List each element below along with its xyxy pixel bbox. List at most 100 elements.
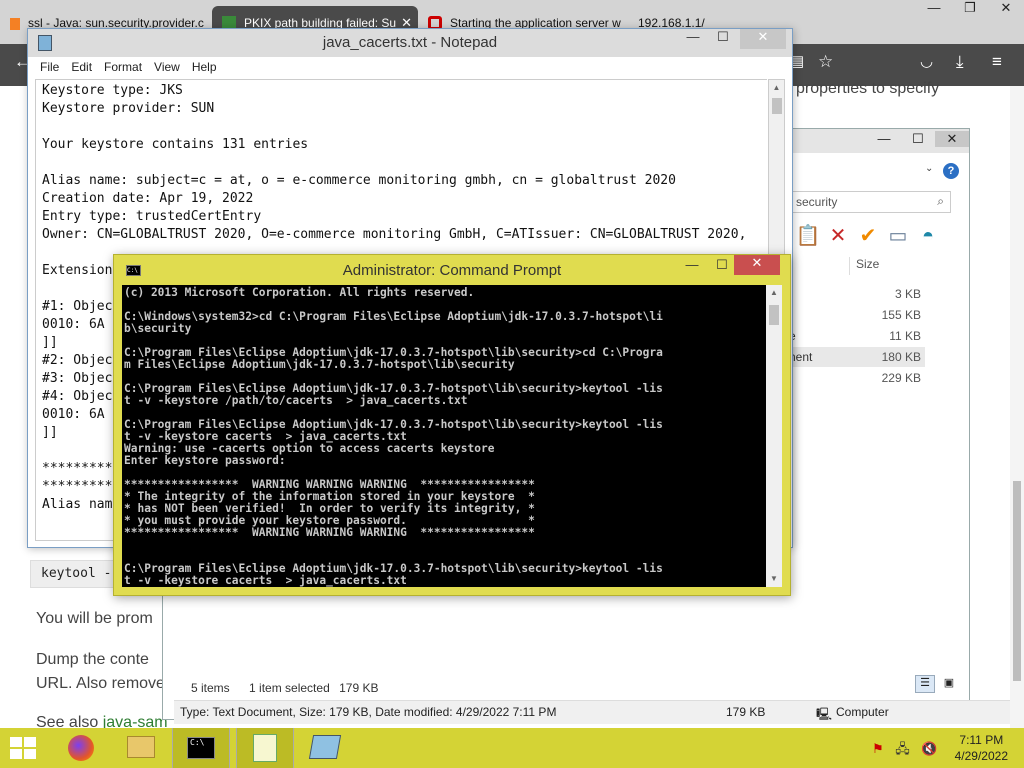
console-line: ***************** WARNING WARNING WARNIN… xyxy=(124,526,535,539)
text-line: Entry type: trustedCertEntry xyxy=(42,209,262,224)
explorer-status: 5 items 1 item selected 179 KB xyxy=(191,681,378,695)
command-prompt-window: C:\ Administrator: Command Prompt — ☐ ✕ … xyxy=(113,254,791,596)
console-line: t -v -keystore /path/to/cacerts > java_c… xyxy=(124,394,468,407)
system-tray: ⚑ 🖧 🔇 xyxy=(872,740,938,762)
menu-view[interactable]: View xyxy=(148,57,186,74)
file-row[interactable]: 229 KB xyxy=(783,368,925,388)
file-details: Type: Text Document, Size: 179 KB, Date … xyxy=(180,705,557,719)
search-input[interactable]: security ⌕ xyxy=(791,191,951,213)
scroll-down-icon[interactable]: ▼ xyxy=(766,571,782,587)
menu-bar: File Edit Format View Help xyxy=(28,57,792,77)
text-line: Creation date: Apr 19, 2022 xyxy=(42,191,254,206)
scroll-up-icon[interactable]: ▲ xyxy=(766,285,782,301)
computer-icon: 🖳 xyxy=(816,707,833,721)
firefox-icon xyxy=(68,735,94,761)
start-button[interactable] xyxy=(10,737,38,761)
notepad-plus-icon xyxy=(253,734,277,762)
console-line: m Files\Eclipse Adoptium\jdk-17.0.3.7-ho… xyxy=(124,358,515,371)
properties-icon[interactable]: ▭ xyxy=(883,223,913,248)
selection-size: 179 KB xyxy=(339,681,379,695)
scrollbar-thumb[interactable] xyxy=(769,305,779,325)
windows-logo-icon xyxy=(10,737,22,747)
text-line: Keystore provider: SUN xyxy=(42,101,215,116)
page-text-fragment: properties to specify xyxy=(796,80,940,97)
shell-icon[interactable]: ◓ xyxy=(913,225,943,248)
text-line: Your keystore contains 131 entries xyxy=(42,137,309,152)
menu-format[interactable]: Format xyxy=(98,57,148,74)
file-row[interactable]: e11 KB xyxy=(783,326,925,346)
network-icon[interactable]: 🖧 xyxy=(895,741,910,756)
page-paragraph: You will be prom xyxy=(36,610,153,627)
close-button[interactable]: ✕ xyxy=(935,131,969,147)
taskbar-cmd[interactable]: C:\ xyxy=(172,728,230,768)
page-paragraph: Dump the conte xyxy=(36,651,149,668)
pocket-icon[interactable]: ◡ xyxy=(920,52,933,70)
search-icon[interactable]: ⌕ xyxy=(937,194,944,209)
maximize-button[interactable]: ☐ xyxy=(708,257,736,273)
vertical-scrollbar[interactable]: ▲ ▼ xyxy=(766,285,782,587)
clock[interactable]: 7:11 PM 4/29/2022 xyxy=(955,732,1008,764)
volume-muted-icon[interactable]: 🔇 xyxy=(921,741,937,756)
large-icons-view-icon[interactable]: ▣ xyxy=(939,675,959,693)
action-center-icon[interactable]: ⚑ xyxy=(872,741,884,756)
text-line xyxy=(42,154,761,172)
close-button[interactable]: ✕ xyxy=(734,255,780,275)
menu-file[interactable]: File xyxy=(28,57,65,74)
file-explorer-icon xyxy=(127,736,155,758)
text-line: Owner: CN=GLOBALTRUST 2020, O=e-commerce… xyxy=(42,227,747,242)
help-icon[interactable]: ? xyxy=(943,163,959,179)
file-row[interactable]: 155 KB xyxy=(783,305,925,325)
notepad-titlebar: java_cacerts.txt - Notepad — ☐ ✕ xyxy=(28,29,792,57)
maximize-button[interactable]: ☐ xyxy=(901,131,935,147)
taskbar-firefox[interactable] xyxy=(52,728,110,768)
text-line: Keystore type: JKS xyxy=(42,83,183,98)
clock-date: 4/29/2022 xyxy=(954,749,1008,763)
column-header-size[interactable]: Size xyxy=(849,257,939,275)
close-button[interactable]: ✕ xyxy=(988,0,1024,16)
browser-window-controls: — ❐ ✕ xyxy=(916,0,1024,22)
check-icon[interactable]: ✔ xyxy=(853,223,883,248)
clock-time: 7:11 PM xyxy=(959,733,1004,747)
minimize-button[interactable]: — xyxy=(678,257,706,272)
minimize-button[interactable]: — xyxy=(678,29,708,49)
maximize-button[interactable]: ☐ xyxy=(708,29,738,49)
location-label: Computer xyxy=(836,705,889,719)
details-view-icon[interactable]: ☰ xyxy=(915,675,935,693)
menu-icon[interactable]: ≡ xyxy=(992,52,1002,72)
chevron-down-icon[interactable]: ⌄ xyxy=(925,163,933,174)
ribbon-toolbar: 📋 ✕ ✔ ▭ ◓ xyxy=(793,223,943,248)
console-line: b\security xyxy=(124,322,192,335)
windows-logo-icon xyxy=(24,737,36,747)
download-icon[interactable]: ⤓ xyxy=(956,52,964,72)
taskbar-notepad-plus[interactable] xyxy=(236,728,294,768)
console-line: Enter keystore password: xyxy=(124,454,286,467)
file-row[interactable]: 3 KB xyxy=(783,284,925,304)
file-row-selected[interactable]: nent 180 KB xyxy=(783,347,925,367)
selection-count: 1 item selected xyxy=(249,681,330,695)
cmd-icon: C:\ xyxy=(187,737,215,759)
delete-icon[interactable]: ✕ xyxy=(823,223,853,248)
windows-logo-icon xyxy=(10,749,22,759)
scrollbar-thumb[interactable] xyxy=(1013,481,1021,681)
console-output[interactable]: (c) 2013 Microsoft Corporation. All righ… xyxy=(122,285,766,587)
console-line: C:\Windows\system32>cd C:\Program Files\… xyxy=(124,310,663,323)
windows-logo-icon xyxy=(24,749,36,759)
taskbar-notepad[interactable] xyxy=(296,728,354,768)
minimize-button[interactable]: — xyxy=(916,0,952,15)
menu-help[interactable]: Help xyxy=(186,57,223,74)
scroll-up-icon[interactable]: ▲ xyxy=(769,80,784,96)
notepad-icon xyxy=(308,735,342,759)
minimize-button[interactable]: — xyxy=(867,131,901,146)
cmd-titlebar: C:\ Administrator: Command Prompt — ☐ ✕ xyxy=(114,255,790,285)
page-scrollbar[interactable] xyxy=(1010,86,1024,728)
file-size: 179 KB xyxy=(726,705,766,719)
bookmark-star-icon[interactable]: ☆ xyxy=(818,52,833,72)
taskbar-file-explorer[interactable] xyxy=(112,728,170,768)
menu-edit[interactable]: Edit xyxy=(65,57,98,74)
taskbar: C:\ ⚑ 🖧 🔇 7:11 PM 4/29/2022 xyxy=(0,728,1024,768)
close-button[interactable]: ✕ xyxy=(740,29,786,49)
clipboard-icon[interactable]: 📋 xyxy=(793,223,823,248)
scrollbar-thumb[interactable] xyxy=(772,98,782,114)
maximize-button[interactable]: ❐ xyxy=(952,0,988,16)
